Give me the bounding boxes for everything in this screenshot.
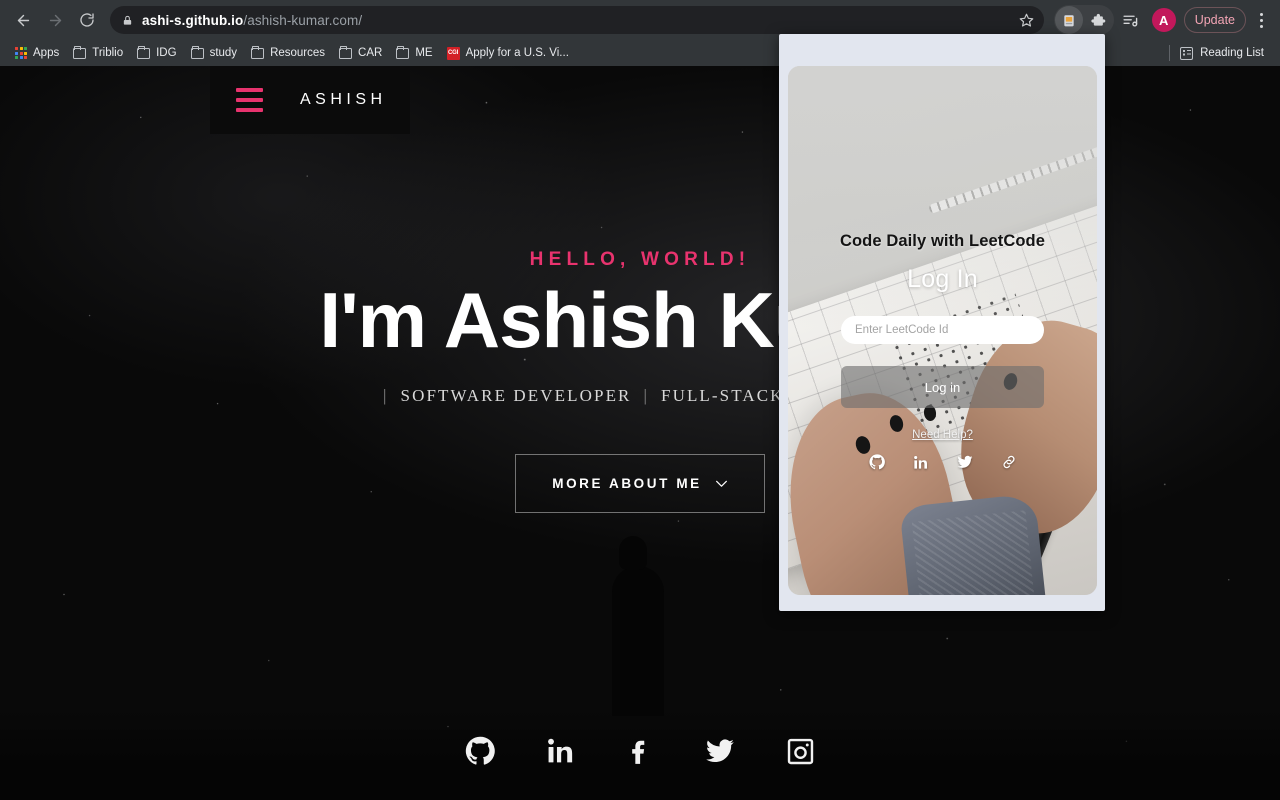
bookmark-us-visa[interactable]: CGI Apply for a U.S. Vi... (440, 42, 576, 64)
hero-subtitle-part: SOFTWARE DEVELOPER (400, 385, 632, 405)
bookmark-label: ME (415, 47, 433, 59)
hamburger-menu-icon[interactable] (236, 88, 263, 112)
twitter-icon[interactable] (699, 730, 741, 772)
reload-button[interactable] (72, 5, 102, 35)
folder-icon (190, 45, 204, 59)
bookmark-me[interactable]: ME (389, 42, 439, 64)
twitter-icon[interactable] (956, 453, 974, 471)
bookmark-label: Apply for a U.S. Vi... (465, 47, 569, 59)
leetcode-id-input[interactable] (841, 316, 1044, 344)
bookmark-label: CAR (358, 47, 383, 59)
more-about-me-label: MORE ABOUT ME (552, 475, 702, 491)
update-button[interactable]: Update (1183, 7, 1246, 33)
reading-list-label: Reading List (1200, 47, 1264, 59)
github-icon[interactable] (459, 730, 501, 772)
instagram-icon[interactable] (779, 730, 821, 772)
url-path: /ashish-kumar.com/ (243, 12, 363, 28)
bookmark-label: Apps (33, 47, 60, 59)
popup-content: Code Daily with LeetCode Log In Log in N… (788, 66, 1097, 595)
bookmark-label: IDG (156, 47, 177, 59)
bookmark-label: Resources (270, 47, 326, 59)
folder-icon (137, 45, 151, 59)
folder-icon (396, 45, 410, 59)
login-title: Log In (907, 265, 978, 293)
folder-icon (73, 45, 87, 59)
lock-icon (122, 14, 133, 27)
need-help-link[interactable]: Need Help? (912, 429, 973, 441)
extensions-group (1053, 5, 1114, 35)
folder-icon (251, 45, 265, 59)
bookmark-idg[interactable]: IDG (130, 42, 183, 64)
bookmark-label: Triblio (92, 47, 124, 59)
page-title: ASHISH (300, 91, 387, 108)
cgi-favicon: CGI (446, 46, 460, 60)
bookmark-car[interactable]: CAR (332, 42, 389, 64)
chevron-down-icon (715, 479, 728, 488)
site-social-links (0, 730, 1280, 772)
address-bar-url: ashi-s.github.io/ashish-kumar.com/ (142, 13, 362, 28)
reading-list-button[interactable]: Reading List (1169, 45, 1272, 61)
site-header: ASHISH (210, 66, 410, 134)
back-button[interactable] (8, 5, 38, 35)
linkedin-icon[interactable] (539, 730, 581, 772)
github-icon[interactable] (868, 453, 886, 471)
three-dots-menu-icon[interactable] (1250, 5, 1272, 35)
subtitle-divider: | (643, 385, 650, 405)
bookmark-label: study (209, 47, 238, 59)
apps-grid-icon (15, 47, 27, 59)
address-bar[interactable]: ashi-s.github.io/ashish-kumar.com/ (110, 6, 1044, 34)
linkedin-icon[interactable] (912, 453, 930, 471)
url-host: ashi-s.github.io (142, 12, 244, 28)
bookmark-star-icon[interactable] (1019, 13, 1034, 28)
forward-button[interactable] (40, 5, 70, 35)
hero-eyebrow: HELLO, WORLD! (529, 249, 751, 271)
avatar[interactable]: A (1151, 8, 1176, 32)
extension-popup: Code Daily with LeetCode Log In Log in N… (779, 34, 1105, 611)
puzzle-icon[interactable] (1083, 5, 1113, 35)
login-button[interactable]: Log in (841, 366, 1044, 408)
reading-list-icon[interactable] (1116, 5, 1146, 35)
folder-icon (339, 45, 353, 59)
link-icon[interactable] (1000, 453, 1018, 471)
bookmark-resources[interactable]: Resources (244, 42, 332, 64)
more-about-me-button[interactable]: MORE ABOUT ME (515, 453, 765, 513)
bookmark-triblio[interactable]: Triblio (66, 42, 130, 64)
popup-card: Code Daily with LeetCode Log In Log in N… (788, 66, 1097, 595)
divider (1169, 45, 1171, 61)
subtitle-divider: | (383, 385, 389, 405)
facebook-icon[interactable] (619, 730, 661, 772)
popup-social-links (868, 453, 1018, 471)
reading-list-icon (1180, 46, 1194, 60)
bookmark-apps[interactable]: Apps (8, 42, 66, 64)
puzzle-extension-active-icon[interactable] (1054, 6, 1083, 34)
popup-heading: Code Daily with LeetCode (839, 232, 1045, 250)
bookmark-study[interactable]: study (184, 42, 245, 64)
